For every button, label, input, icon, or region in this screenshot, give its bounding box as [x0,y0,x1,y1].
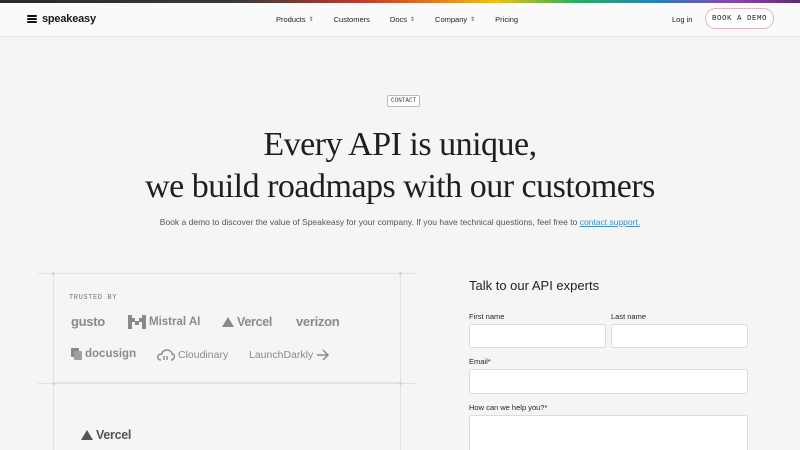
mistral-icon [128,315,146,329]
contact-badge: CONTACT [387,95,421,107]
chevron-updown-icon: ⇕ [410,17,416,23]
logo[interactable]: speakeasy [27,13,96,25]
nav-label: Customers [333,15,370,24]
cloudinary-logo: Cloudinary [157,349,228,361]
chevron-updown-icon: ⇕ [308,17,314,23]
corner-dot [52,382,55,385]
nav-item-pricing[interactable]: Pricing [495,15,518,24]
testimonial-vercel-logo: Vercel [81,428,131,442]
arrow-right-icon [317,349,330,361]
nav-item-customers[interactable]: Customers [334,15,370,24]
nav-item-products[interactable]: Products ⇕ [276,15,314,24]
help-textarea[interactable] [469,415,748,450]
email-input[interactable] [469,369,748,394]
cloud-icon [157,349,175,361]
hero-title-line1: Every API is unique, [263,126,537,163]
help-label: How can we help you?* [469,403,548,412]
corner-dot [399,272,402,275]
docusign-icon [71,348,82,360]
corner-dot [399,382,402,385]
chevron-updown-icon: ⇕ [470,17,476,23]
site-header: speakeasy Products ⇕ Customers Docs ⇕ Co… [0,3,800,37]
hero-subtitle: Book a demo to discover the value of Spe… [0,217,800,227]
verizon-logo: verizon [296,314,340,329]
docusign-logo: docusign [71,348,136,360]
nav-label: Company [435,15,468,24]
nav-label: Docs [389,15,407,24]
mistral-logo: Mistral AI [128,315,200,329]
last-name-label: Last name [611,312,647,321]
trusted-by-label: TRUSTED BY [69,294,118,302]
brand-name: verizon [296,314,340,329]
main-nav: Products ⇕ Customers Docs ⇕ Company ⇕ Pr… [276,15,518,24]
nav-label: Pricing [495,15,519,24]
nav-item-company[interactable]: Company ⇕ [435,15,475,24]
book-demo-button[interactable]: BOOK A DEMO [705,8,774,29]
nav-item-docs[interactable]: Docs ⇕ [390,15,415,24]
nav-label: Products [276,15,306,24]
speakeasy-logo-icon [27,14,37,24]
login-link[interactable]: Log in [672,15,692,24]
brand-name: Mistral AI [149,316,201,328]
gusto-logo: gusto [71,314,105,329]
brand-name: docusign [85,348,137,360]
form-title: Talk to our API experts [469,278,600,293]
hero-title-line2: we build roadmaps with our customers [145,168,655,205]
first-name-label: First name [469,312,505,321]
contact-support-link[interactable]: contact support. [580,217,640,227]
brand-name: gusto [71,314,105,329]
brand-name: Vercel [237,315,273,329]
launchdarkly-logo: LaunchDarkly [249,349,330,361]
brand-name: LaunchDarkly [249,349,314,361]
last-name-input[interactable] [611,324,748,348]
brand-name: Cloudinary [178,349,229,361]
vercel-triangle-icon [81,430,93,440]
corner-dot [52,272,55,275]
first-name-input[interactable] [469,324,606,348]
vercel-logo: Vercel [222,315,272,329]
vercel-triangle-icon [222,317,234,327]
logo-text: speakeasy [42,13,96,25]
email-label: Email* [469,357,491,366]
subtitle-text: Book a demo to discover the value of Spe… [159,217,578,227]
brand-name: Vercel [96,428,132,442]
